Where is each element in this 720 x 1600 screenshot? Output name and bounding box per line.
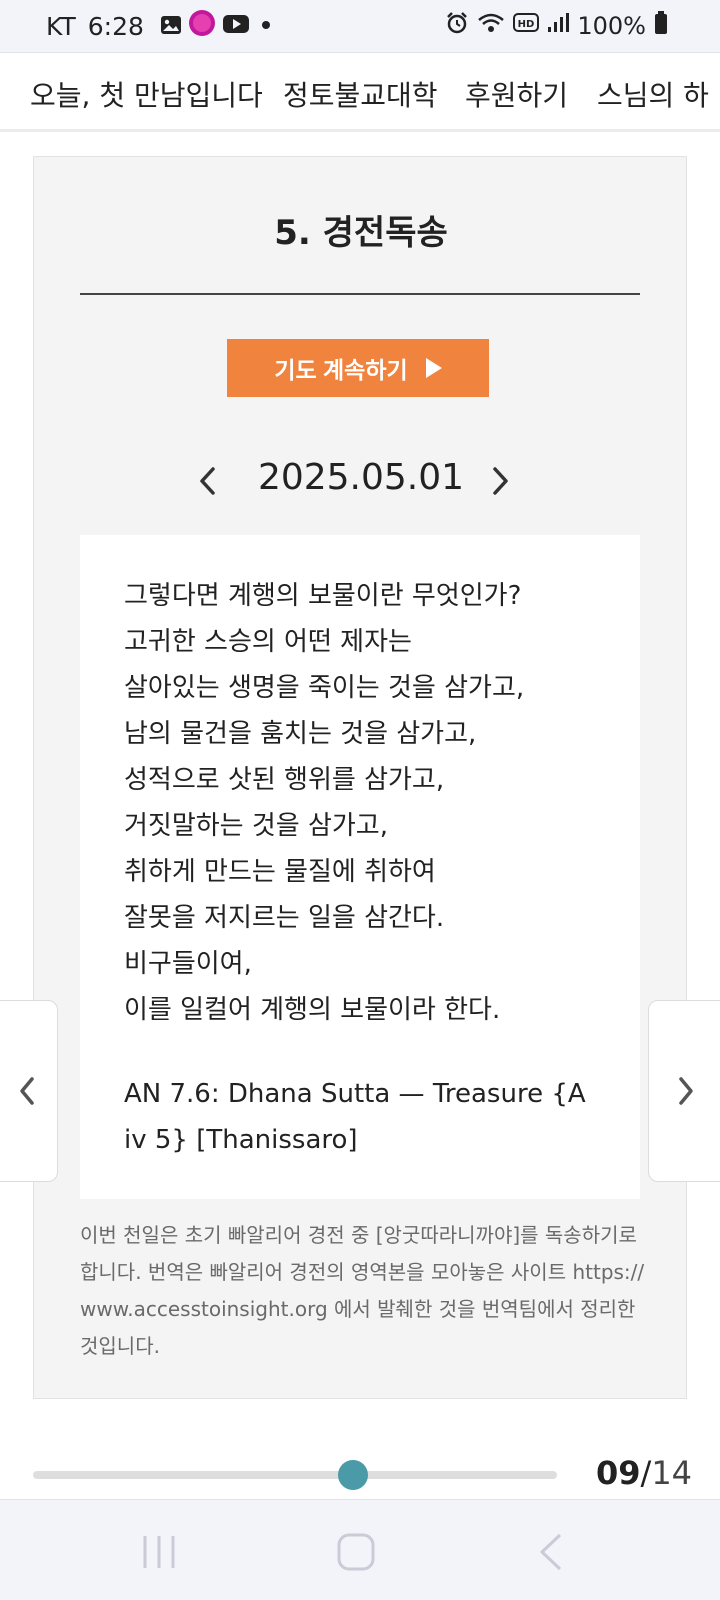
verse-line: 이를 일컬어 계행의 보물이라 한다. <box>124 995 501 1025</box>
play-icon <box>425 358 442 378</box>
back-button[interactable] <box>530 1530 574 1574</box>
status-bar: KT 6:28 HD 100% <box>0 0 720 53</box>
sutra-text-box: 그렇다면 계행의 보물이란 무엇인가? 고귀한 스승의 어떤 제자는 살아있는 … <box>80 535 640 1199</box>
wifi-icon <box>477 11 505 41</box>
chevron-left-icon <box>200 467 215 495</box>
footnote-text: 이번 천일은 초기 빠알리어 경전 중 [앙굿따라니까야]를 독송하기로 합니다… <box>80 1223 645 1358</box>
title-divider <box>80 293 640 295</box>
verse-line: 거짓말하는 것을 삼가고, <box>124 811 388 841</box>
alarm-icon <box>445 11 469 41</box>
verse-line: 취하게 만드는 물질에 취하여 <box>124 857 436 887</box>
hd-icon: HD <box>513 12 540 40</box>
system-nav-bar <box>0 1499 720 1600</box>
dot-icon <box>256 12 276 41</box>
continue-prayer-label: 기도 계속하기 <box>274 357 408 383</box>
gallery-icon <box>160 12 182 41</box>
progress-track[interactable] <box>33 1471 557 1479</box>
progress-thumb[interactable] <box>337 1460 368 1490</box>
verse-line: 고귀한 스승의 어떤 제자는 <box>124 627 412 657</box>
total-pages: 14 <box>651 1454 693 1492</box>
battery-text: 100% <box>577 12 646 40</box>
recent-apps-icon <box>143 1536 175 1568</box>
sutra-source: AN 7.6: Dhana Sutta — Treasure {A iv 5} … <box>124 1079 586 1155</box>
chevron-left-icon <box>20 1077 34 1105</box>
home-button[interactable] <box>334 1530 378 1574</box>
clock: 6:28 <box>87 11 144 41</box>
sutra-reading-card: 5. 경전독송 기도 계속하기 2025.05.01 그렇다면 계행의 보물이란… <box>33 156 687 1399</box>
nav-item-jungto-college[interactable]: 정토불교대학 <box>283 74 438 114</box>
busan-app-icon <box>188 9 216 43</box>
chevron-right-icon <box>493 467 508 495</box>
svg-text:HD: HD <box>518 19 535 30</box>
status-left: KT 6:28 <box>46 10 276 42</box>
youtube-icon <box>222 12 250 41</box>
verse-line: 그렇다면 계행의 보물이란 무엇인가? <box>124 581 522 611</box>
current-page: 09 <box>596 1454 641 1492</box>
page-counter: 09/14 <box>596 1454 692 1492</box>
verse-line: 남의 물건을 훔치는 것을 삼가고, <box>124 719 477 749</box>
home-icon <box>337 1533 375 1571</box>
nav-item-donate[interactable]: 후원하기 <box>465 74 568 114</box>
verse-line: 살아있는 생명을 죽이는 것을 삼가고, <box>124 673 525 703</box>
signal-icon <box>547 12 570 40</box>
verse-line: 잘못을 저지르는 일을 삼간다. <box>124 903 445 933</box>
recent-apps-button[interactable] <box>137 1530 181 1574</box>
top-nav: 오늘, 첫 만남입니다 정토불교대학 후원하기 스님의 하 <box>0 54 720 132</box>
next-page-button[interactable] <box>648 1000 720 1182</box>
nav-item-sunim-words[interactable]: 스님의 하 <box>597 74 709 114</box>
verse-text: 그렇다면 계행의 보물이란 무엇인가? 고귀한 스승의 어떤 제자는 살아있는 … <box>124 573 594 1033</box>
nav-item-first-meeting[interactable]: 오늘, 첫 만남입니다 <box>30 74 263 114</box>
back-icon <box>540 1533 562 1571</box>
carrier-label: KT <box>46 11 76 41</box>
verse-line: 비구들이여, <box>124 949 252 979</box>
battery-icon <box>654 11 668 41</box>
chevron-right-icon <box>679 1077 693 1105</box>
page-separator: / <box>640 1454 652 1492</box>
date-label: 2025.05.01 <box>257 457 465 498</box>
verse-line: 성적으로 삿된 행위를 삼가고, <box>124 765 445 795</box>
previous-date-button[interactable] <box>187 461 227 501</box>
previous-page-button[interactable] <box>0 1000 58 1182</box>
continue-prayer-button[interactable]: 기도 계속하기 <box>227 339 489 397</box>
date-navigator: 2025.05.01 <box>34 451 688 507</box>
status-right: HD 100% <box>437 10 668 42</box>
next-date-button[interactable] <box>481 461 521 501</box>
section-title: 5. 경전독송 <box>274 213 448 253</box>
